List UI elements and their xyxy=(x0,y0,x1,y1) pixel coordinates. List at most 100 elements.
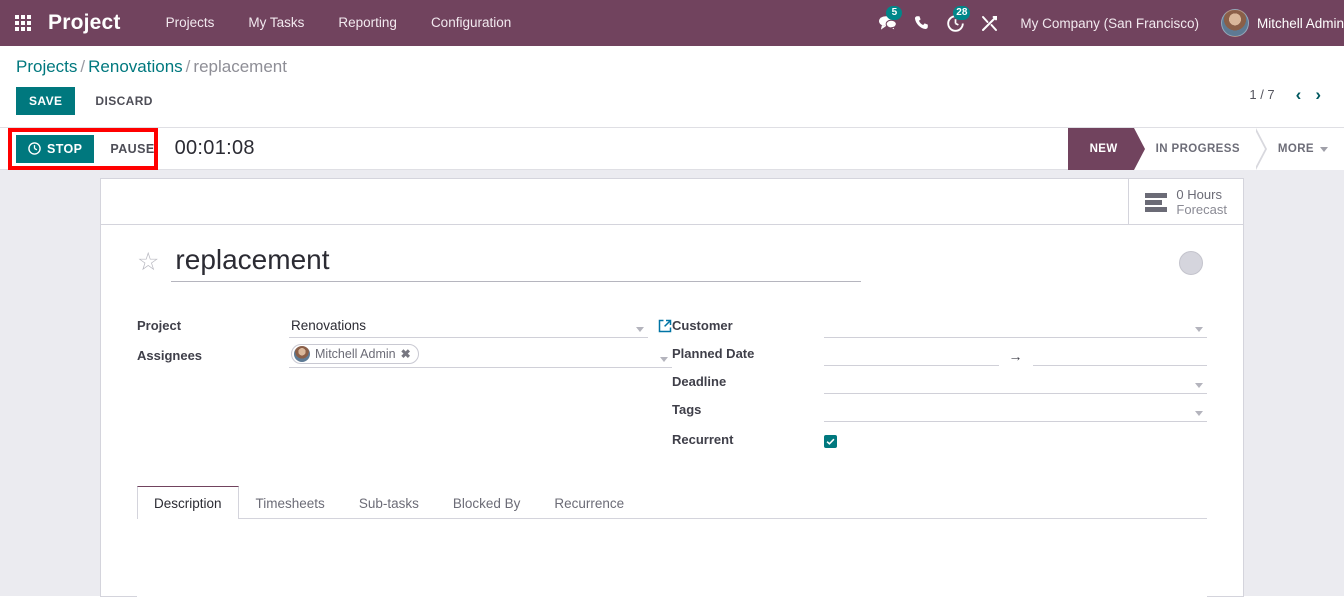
menu-item-configuration[interactable]: Configuration xyxy=(414,0,528,46)
forecast-bars-icon xyxy=(1145,193,1167,212)
recurrent-checkbox[interactable] xyxy=(824,435,837,448)
form-column-left: Project Renovations xyxy=(137,310,672,452)
messages-icon[interactable]: 5 xyxy=(870,0,904,46)
tools-icon[interactable] xyxy=(972,0,1006,46)
status-step-more-label: MORE xyxy=(1278,143,1314,155)
stopwatch-icon xyxy=(28,142,41,155)
pause-timer-button[interactable]: PAUSE xyxy=(100,135,164,163)
field-planned-date-label: Planned Date xyxy=(672,346,824,366)
chevron-down-icon xyxy=(660,357,668,362)
tab-panel-description[interactable] xyxy=(137,519,1207,599)
avatar xyxy=(294,346,310,362)
field-assignees-label: Assignees xyxy=(137,348,289,368)
main-content-area: 0 Hours Forecast ☆ Project Renovations xyxy=(0,170,1344,596)
priority-star-icon[interactable]: ☆ xyxy=(137,250,159,275)
close-icon[interactable]: ✖ xyxy=(401,347,411,361)
breadcrumb-separator-2: / xyxy=(183,57,194,76)
timer-display: 00:01:08 xyxy=(175,137,255,160)
project-input[interactable]: Renovations xyxy=(289,316,648,338)
breadcrumb-item-projects[interactable]: Projects xyxy=(16,57,77,76)
field-recurrent-label: Recurrent xyxy=(672,432,824,452)
field-assignees: Assignees Mitchell Admin ✖ xyxy=(137,338,672,368)
user-name-label: Mitchell Admin xyxy=(1249,16,1344,31)
hours-forecast-label: Forecast xyxy=(1176,202,1227,217)
assignee-tag[interactable]: Mitchell Admin ✖ xyxy=(291,344,419,364)
stop-timer-button[interactable]: STOP xyxy=(16,135,94,163)
record-avatar xyxy=(1179,251,1203,275)
planned-date-end-input[interactable] xyxy=(1033,344,1208,366)
tab-blocked-by[interactable]: Blocked By xyxy=(436,486,538,519)
form-sheet: 0 Hours Forecast ☆ Project Renovations xyxy=(100,178,1244,597)
record-actions: SAVE DISCARD xyxy=(16,78,1328,127)
field-project: Project Renovations xyxy=(137,310,672,338)
chevron-down-icon xyxy=(636,327,644,332)
customer-input[interactable] xyxy=(824,316,1207,338)
activity-badge: 28 xyxy=(953,6,970,20)
navbar-right-tools: 5 28 My Company (San Francisco) xyxy=(870,0,1344,46)
deadline-input[interactable] xyxy=(824,372,1207,394)
tab-sub-tasks[interactable]: Sub-tasks xyxy=(342,486,436,519)
field-customer: Customer xyxy=(672,310,1207,338)
form-columns: Project Renovations xyxy=(137,310,1207,452)
save-button[interactable]: SAVE xyxy=(16,87,75,115)
field-recurrent: Recurrent xyxy=(672,424,1207,452)
tab-recurrence[interactable]: Recurrence xyxy=(537,486,641,519)
sheet-button-box-bar: 0 Hours Forecast xyxy=(101,179,1243,225)
timer-bar: STOP PAUSE 00:01:08 NEW IN PROGRESS MORE xyxy=(0,128,1344,170)
phone-icon[interactable] xyxy=(904,0,938,46)
field-planned-date: Planned Date → xyxy=(672,338,1207,366)
breadcrumb-separator: / xyxy=(77,57,88,76)
task-name-input[interactable] xyxy=(171,243,861,282)
external-link-icon[interactable] xyxy=(658,319,672,338)
tab-timesheets[interactable]: Timesheets xyxy=(239,486,342,519)
pager-previous-icon[interactable]: ‹ xyxy=(1289,86,1309,103)
pager-count: 1 / 7 xyxy=(1249,87,1288,102)
pager-next-icon[interactable]: › xyxy=(1308,86,1328,103)
tags-input[interactable] xyxy=(824,400,1207,422)
sheet-body: ☆ Project Renovations xyxy=(101,225,1243,599)
assignee-tag-label: Mitchell Admin xyxy=(315,347,396,361)
discard-button[interactable]: DISCARD xyxy=(83,87,164,115)
avatar xyxy=(1221,9,1249,37)
field-tags-label: Tags xyxy=(672,402,824,422)
arrow-right-icon: → xyxy=(999,348,1033,366)
menu-item-projects[interactable]: Projects xyxy=(149,0,232,46)
assignees-input[interactable]: Mitchell Admin ✖ xyxy=(289,344,672,368)
apps-grid-icon[interactable] xyxy=(0,0,46,46)
chevron-down-icon xyxy=(1195,327,1203,332)
status-step-more[interactable]: MORE xyxy=(1256,128,1344,170)
field-deadline-label: Deadline xyxy=(672,374,824,394)
notebook-tabs: Description Timesheets Sub-tasks Blocked… xyxy=(137,486,1207,519)
breadcrumb-current: replacement xyxy=(193,57,287,76)
status-bar: NEW IN PROGRESS MORE xyxy=(1068,128,1344,170)
field-deadline: Deadline xyxy=(672,366,1207,394)
breadcrumb-item-renovations[interactable]: Renovations xyxy=(88,57,183,76)
chevron-down-icon xyxy=(1320,147,1328,152)
user-menu[interactable]: Mitchell Admin xyxy=(1213,9,1344,37)
activity-clock-icon[interactable]: 28 xyxy=(938,0,972,46)
company-selector[interactable]: My Company (San Francisco) xyxy=(1006,16,1213,31)
tab-description[interactable]: Description xyxy=(137,486,239,519)
messages-badge: 5 xyxy=(886,6,902,20)
chevron-down-icon xyxy=(1195,411,1203,416)
breadcrumb: Projects/Renovations/replacement xyxy=(16,46,1328,78)
status-step-new-label: NEW xyxy=(1090,143,1118,155)
check-icon xyxy=(826,437,835,446)
field-customer-label: Customer xyxy=(672,318,824,338)
menu-item-my-tasks[interactable]: My Tasks xyxy=(231,0,321,46)
status-step-new[interactable]: NEW xyxy=(1068,128,1134,170)
status-step-in-progress[interactable]: IN PROGRESS xyxy=(1134,128,1256,170)
stop-timer-label: STOP xyxy=(47,142,82,156)
hours-forecast-value: 0 Hours xyxy=(1176,187,1227,202)
app-brand-title[interactable]: Project xyxy=(46,11,127,35)
top-navbar: Project Projects My Tasks Reporting Conf… xyxy=(0,0,1344,46)
control-panel: Projects/Renovations/replacement SAVE DI… xyxy=(0,46,1344,128)
hours-forecast-stat-button[interactable]: 0 Hours Forecast xyxy=(1128,179,1243,225)
status-step-in-progress-label: IN PROGRESS xyxy=(1156,143,1240,155)
pager: 1 / 7 ‹ › xyxy=(1249,86,1328,103)
chevron-down-icon xyxy=(1195,383,1203,388)
planned-date-start-input[interactable] xyxy=(824,344,999,366)
menu-item-reporting[interactable]: Reporting xyxy=(321,0,414,46)
record-title-row: ☆ xyxy=(137,243,1207,282)
main-menu: Projects My Tasks Reporting Configuratio… xyxy=(149,0,529,46)
